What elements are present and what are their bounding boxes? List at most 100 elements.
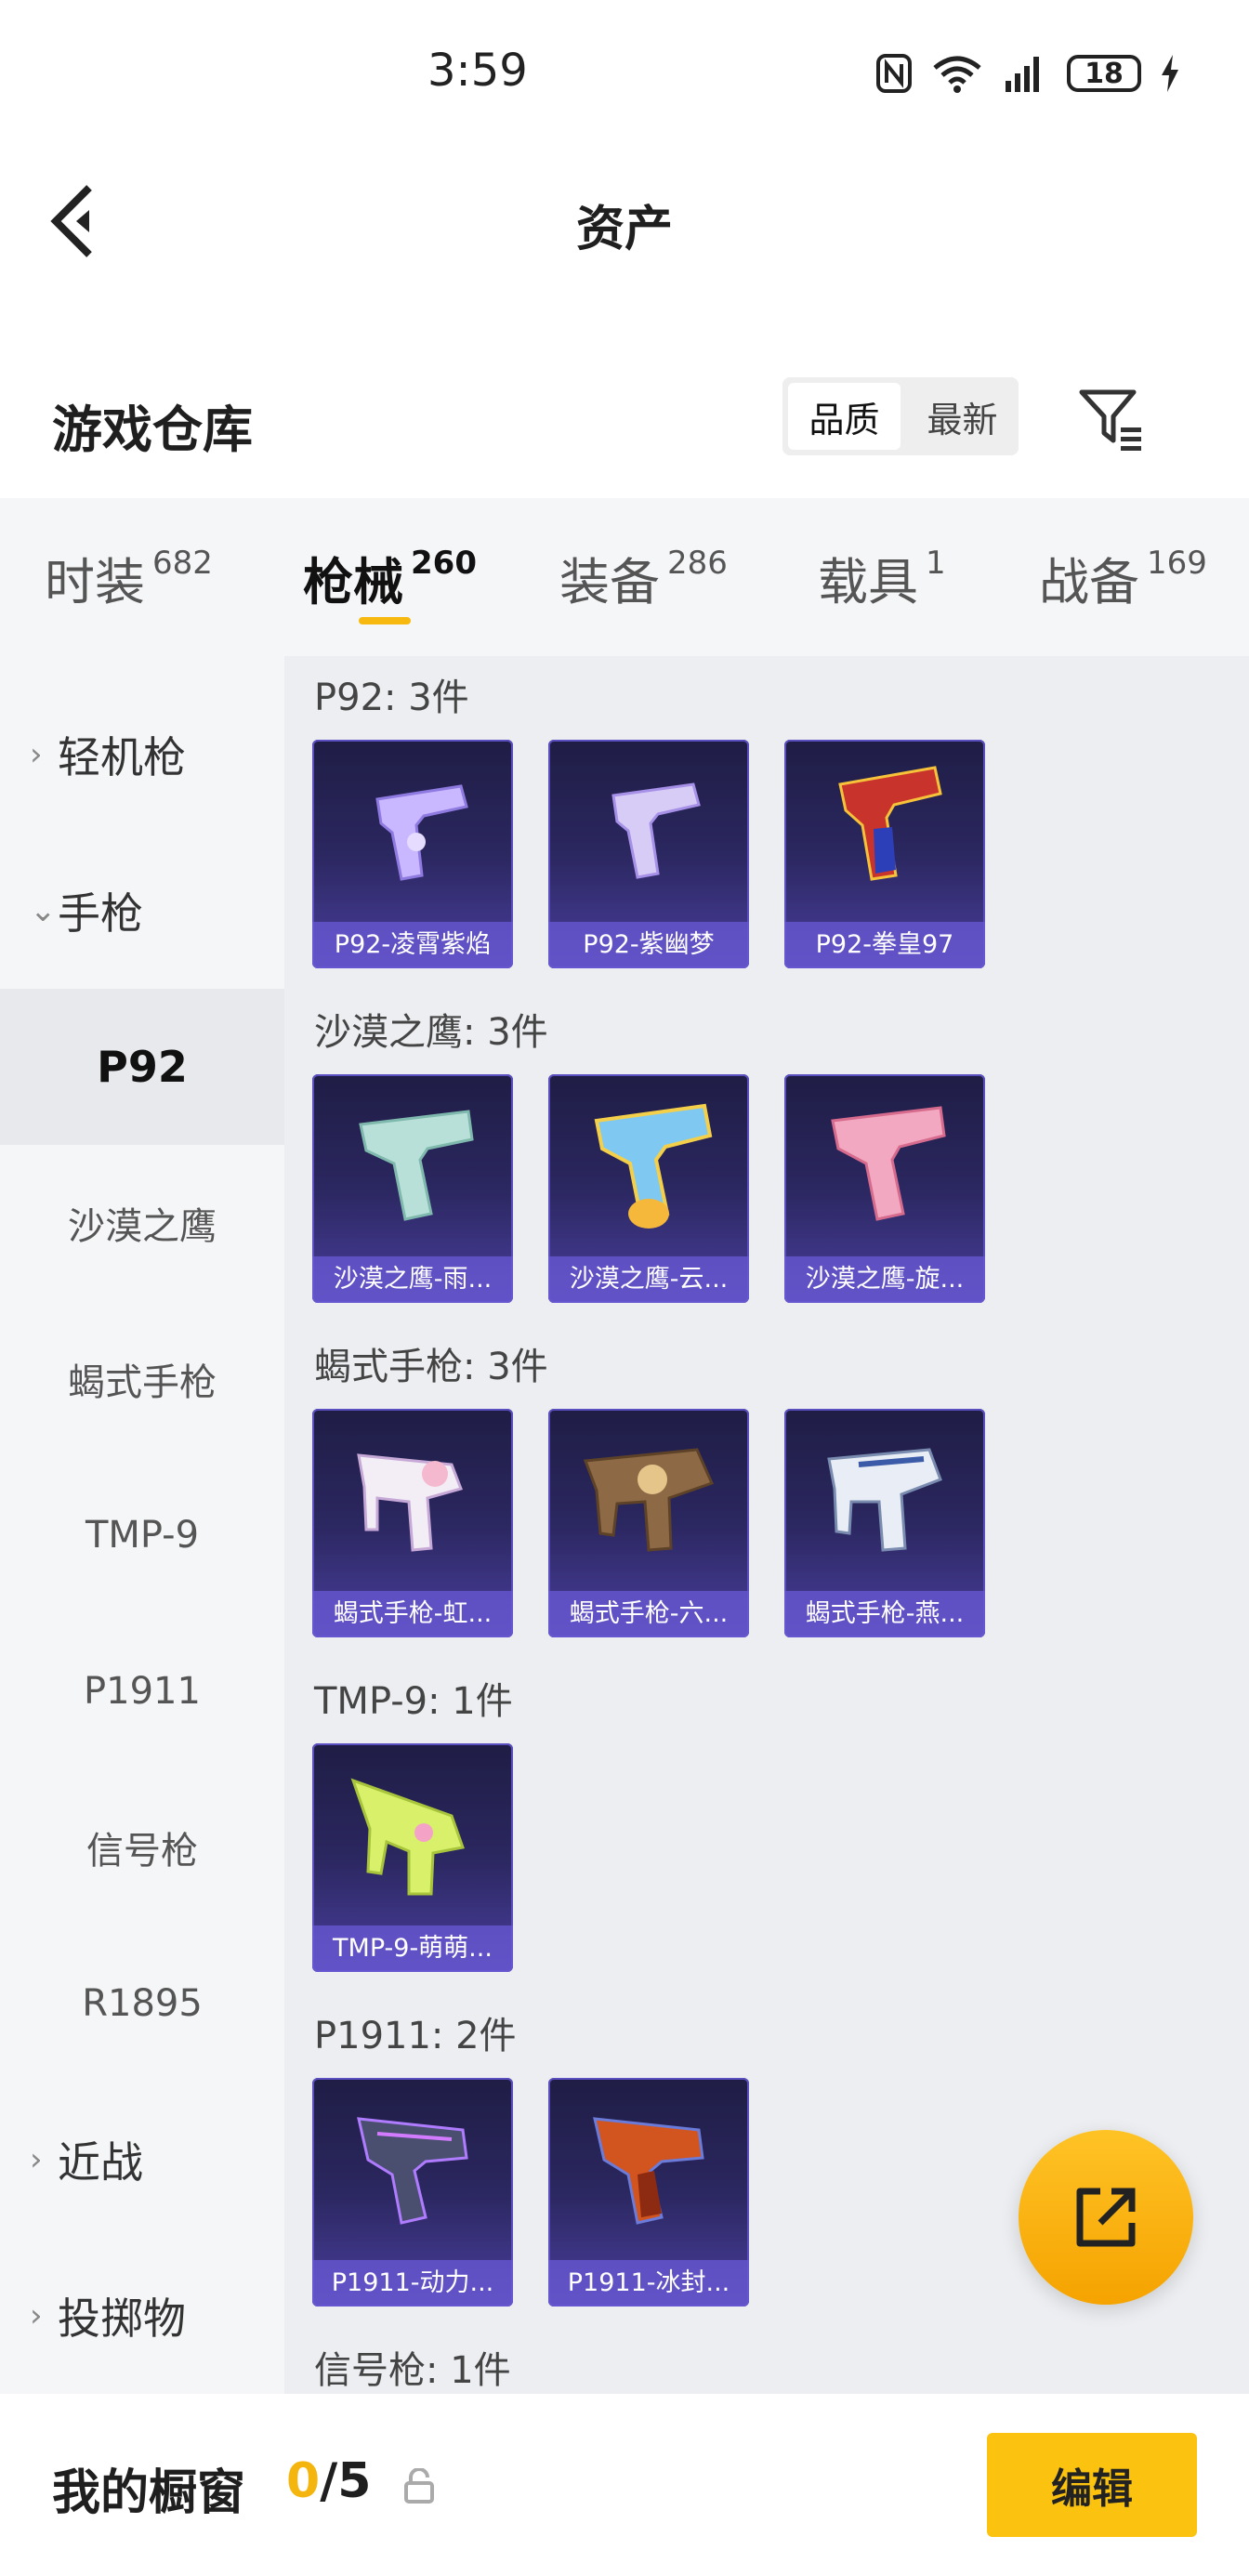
status-bar: 3:59 18 [0, 0, 1249, 139]
item-label: P1911-动力... [312, 2260, 513, 2307]
showcase-separator: / [320, 2453, 338, 2509]
sidebar-item-label: P92 [97, 1042, 188, 1092]
pistol-skin-icon [359, 1110, 474, 1221]
tab-label: 战备 [1039, 553, 1139, 611]
group-title: P92: 3件 [314, 677, 469, 719]
tab-count: 286 [667, 545, 728, 582]
item-card[interactable]: P92-拳皇97 [784, 740, 985, 968]
charging-icon [1162, 55, 1178, 92]
tab-label: 时装 [45, 553, 145, 611]
sidebar-item-r1895[interactable]: R1895 [0, 1925, 284, 2082]
tab-equipment[interactable]: 装备 286 [559, 541, 728, 614]
item-card[interactable]: P92-凌霄紫焰 [312, 740, 513, 968]
sort-toggle: 品质 最新 [782, 377, 1019, 455]
tab-count: 682 [152, 545, 213, 582]
chevron-down-icon: ⌄ [30, 892, 57, 929]
nfc-icon [876, 54, 912, 93]
item-card[interactable]: TMP-9-萌萌... [312, 1743, 513, 1972]
item-label: 蝎式手枪-燕... [784, 1591, 985, 1637]
sidebar-item-label: 信号枪 [86, 1830, 198, 1873]
pistol-skin-icon [838, 766, 942, 881]
sidebar-item-flare-gun[interactable]: 信号枪 [0, 1769, 284, 1925]
chevron-right-icon: › [30, 2297, 43, 2334]
pistol-skin-icon [831, 1106, 946, 1221]
item-card[interactable]: P92-紫幽梦 [548, 740, 749, 968]
group-title: 沙漠之鹰: 3件 [314, 1011, 548, 1054]
item-label: P1911-冰封... [548, 2260, 749, 2307]
showcase-count: 0/5 [286, 2453, 371, 2509]
status-time: 3:59 [427, 45, 528, 97]
active-tab-indicator [359, 617, 411, 624]
edit-button[interactable]: 编辑 [987, 2433, 1197, 2537]
group-title: 信号枪: 1件 [314, 2349, 511, 2392]
pistol-skin-icon [375, 784, 468, 881]
item-card[interactable]: 沙漠之鹰-旋... [784, 1074, 985, 1303]
smg-skin-icon [827, 1448, 942, 1552]
cellular-signal-icon [1006, 57, 1039, 92]
sidebar-item-melee[interactable]: › 近战 [0, 2082, 284, 2238]
sidebar-item-label: R1895 [82, 1982, 203, 2025]
warehouse-title: 游戏仓库 [52, 401, 253, 459]
item-card[interactable]: 沙漠之鹰-云... [548, 1074, 749, 1303]
battery-level: 18 [1085, 57, 1124, 90]
smg-skin-icon [357, 1453, 463, 1552]
item-label: TMP-9-萌萌... [312, 1925, 513, 1972]
item-card[interactable]: 沙漠之鹰-雨... [312, 1074, 513, 1303]
sidebar-item-label: 手枪 [58, 888, 143, 939]
tab-count: 1 [926, 545, 946, 582]
tab-label: 枪械 [303, 553, 403, 611]
group-title: 蝎式手枪: 3件 [314, 1346, 548, 1388]
lock-icon [404, 2468, 434, 2504]
sidebar-item-scorpion[interactable]: 蝎式手枪 [0, 1301, 284, 1457]
wifi-icon [933, 56, 981, 93]
sidebar-item-label: 投掷物 [58, 2293, 186, 2344]
smg-skin-icon [350, 1778, 465, 1896]
tab-firearms[interactable]: 枪械 260 [303, 541, 477, 614]
sidebar-item-label: P1911 [84, 1670, 201, 1713]
tab-fashion[interactable]: 时装 682 [45, 541, 213, 614]
item-card[interactable]: P1911-动力... [312, 2078, 513, 2307]
tab-vehicles[interactable]: 载具 1 [818, 541, 946, 614]
sort-quality-button[interactable]: 品质 [788, 383, 901, 450]
item-label: 蝎式手枪-六... [548, 1591, 749, 1637]
sidebar-item-label: TMP-9 [85, 1514, 200, 1557]
share-button[interactable] [1019, 2130, 1193, 2305]
sidebar-item-tmp9[interactable]: TMP-9 [0, 1457, 284, 1613]
item-label: P92-紫幽梦 [548, 922, 749, 968]
item-card[interactable]: P1911-冰封... [548, 2078, 749, 2307]
battery-icon: 18 [1067, 55, 1141, 92]
item-card[interactable]: 蝎式手枪-燕... [784, 1409, 985, 1637]
chevron-right-icon: › [30, 2141, 43, 2178]
group-title: TMP-9: 1件 [314, 1680, 513, 1723]
status-icons: 18 [875, 46, 1180, 100]
external-link-icon [1076, 2188, 1136, 2247]
sidebar-item-pistol[interactable]: ⌄ 手枪 [0, 833, 284, 989]
tab-count: 260 [411, 545, 477, 582]
pistol-skin-icon [357, 2117, 468, 2225]
sidebar-item-label: 轻机枪 [58, 732, 186, 782]
filter-icon[interactable] [1078, 387, 1145, 452]
item-label: 沙漠之鹰-旋... [784, 1256, 985, 1303]
tab-count: 169 [1147, 545, 1207, 582]
sidebar-item-desert-eagle[interactable]: 沙漠之鹰 [0, 1145, 284, 1301]
sidebar-item-label: 近战 [58, 2137, 143, 2188]
showcase-label: 我的橱窗 [52, 2465, 246, 2521]
sidebar-item-p92[interactable]: P92 [0, 989, 284, 1145]
tab-supplies[interactable]: 战备 169 [1039, 541, 1207, 614]
pistol-skin-icon [611, 782, 701, 879]
item-card[interactable]: 蝎式手枪-六... [548, 1409, 749, 1637]
item-label: 沙漠之鹰-云... [548, 1256, 749, 1303]
page-title: 资产 [575, 202, 673, 257]
sidebar-item-lmg[interactable]: › 轻机枪 [0, 677, 284, 833]
group-title: P1911: 2件 [314, 2015, 517, 2057]
item-card[interactable]: 蝎式手枪-虹... [312, 1409, 513, 1637]
showcase-max: 5 [337, 2453, 372, 2509]
sort-newest-button[interactable]: 最新 [906, 377, 1019, 455]
sidebar-item-label: 蝎式手枪 [68, 1361, 217, 1404]
item-label: P92-凌霄紫焰 [312, 922, 513, 968]
showcase-current: 0 [286, 2453, 321, 2509]
tab-label: 载具 [818, 553, 918, 611]
sidebar-item-throwables[interactable]: › 投掷物 [0, 2238, 284, 2394]
sidebar-item-p1911[interactable]: P1911 [0, 1613, 284, 1769]
chevron-right-icon: › [30, 736, 43, 773]
